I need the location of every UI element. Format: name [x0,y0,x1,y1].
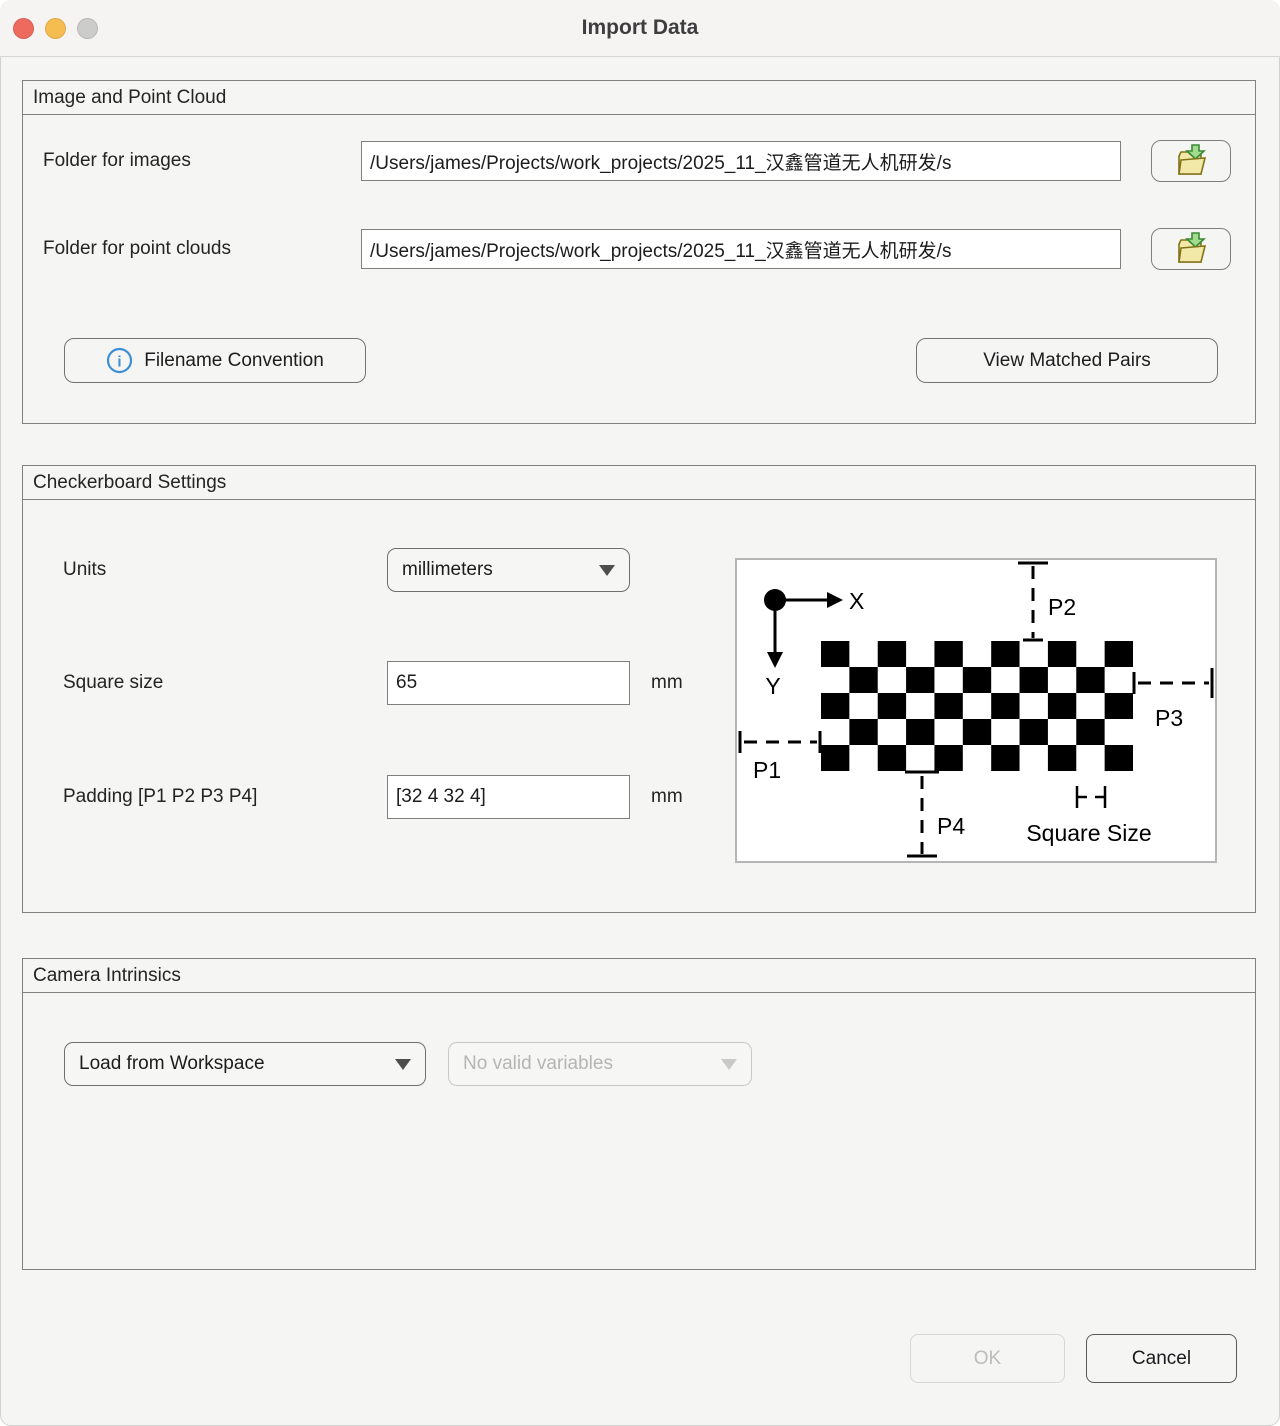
info-icon: i [106,347,133,374]
title-bar: Import Data [0,0,1280,57]
checkerboard-diagram: X Y P2 P3 P1 [735,558,1217,863]
import-data-dialog: Import Data Image and Point Cloud Folder… [0,0,1280,1426]
padding-input[interactable] [387,775,630,819]
units-dropdown-value: millimeters [402,559,493,581]
p4-label: P4 [937,813,965,839]
image-point-cloud-group-title: Image and Point Cloud [23,81,1255,115]
view-matched-pairs-label: View Matched Pairs [983,350,1151,372]
square-size-input[interactable] [387,661,630,705]
window-title: Import Data [0,0,1280,56]
intrinsics-variable-dropdown: No valid variables [448,1042,752,1086]
folder-images-input[interactable] [361,141,1121,181]
chevron-down-icon [721,1059,737,1070]
units-label: Units [63,548,106,592]
intrinsics-source-value: Load from Workspace [79,1053,265,1075]
cancel-button[interactable]: Cancel [1086,1334,1237,1383]
intrinsics-source-dropdown[interactable]: Load from Workspace [64,1042,426,1086]
minimize-button[interactable] [45,18,66,39]
checkerboard-settings-group: Checkerboard Settings Units millimeters … [22,465,1256,913]
p1-label: P1 [753,757,781,783]
ok-button: OK [910,1334,1065,1383]
square-size-unit: mm [651,661,683,705]
folder-point-clouds-label: Folder for point clouds [43,229,231,269]
checkerboard-settings-group-title: Checkerboard Settings [23,466,1255,500]
browse-point-clouds-button[interactable] [1151,228,1231,270]
traffic-lights [13,18,98,39]
camera-intrinsics-group: Camera Intrinsics Load from Workspace No… [22,958,1256,1270]
square-size-label: Square size [63,661,163,705]
checkerboard-diagram-svg: X Y P2 P3 P1 [737,560,1215,861]
zoom-button [77,18,98,39]
p2-label: P2 [1048,594,1076,620]
chevron-down-icon [395,1059,411,1070]
chevron-down-icon [599,565,615,576]
image-point-cloud-group: Image and Point Cloud Folder for images … [22,80,1256,424]
browse-images-button[interactable] [1151,140,1231,182]
folder-point-clouds-input[interactable] [361,229,1121,269]
camera-intrinsics-group-title: Camera Intrinsics [23,959,1255,993]
close-button[interactable] [13,18,34,39]
y-axis-label: Y [765,673,780,699]
p3-label: P3 [1155,705,1183,731]
filename-convention-label: Filename Convention [144,350,324,372]
square-size-diagram-label: Square Size [1026,820,1151,846]
checkerboard-pattern [821,641,1133,771]
folder-images-label: Folder for images [43,141,191,181]
svg-text:i: i [118,354,122,371]
padding-unit: mm [651,775,683,819]
filename-convention-button[interactable]: i Filename Convention [64,338,366,383]
view-matched-pairs-button[interactable]: View Matched Pairs [916,338,1218,383]
units-dropdown[interactable]: millimeters [387,548,630,592]
intrinsics-variable-value: No valid variables [463,1053,613,1075]
padding-label: Padding [P1 P2 P3 P4] [63,775,257,819]
open-folder-icon [1171,231,1211,267]
open-folder-icon [1171,143,1211,179]
x-axis-label: X [849,588,864,614]
